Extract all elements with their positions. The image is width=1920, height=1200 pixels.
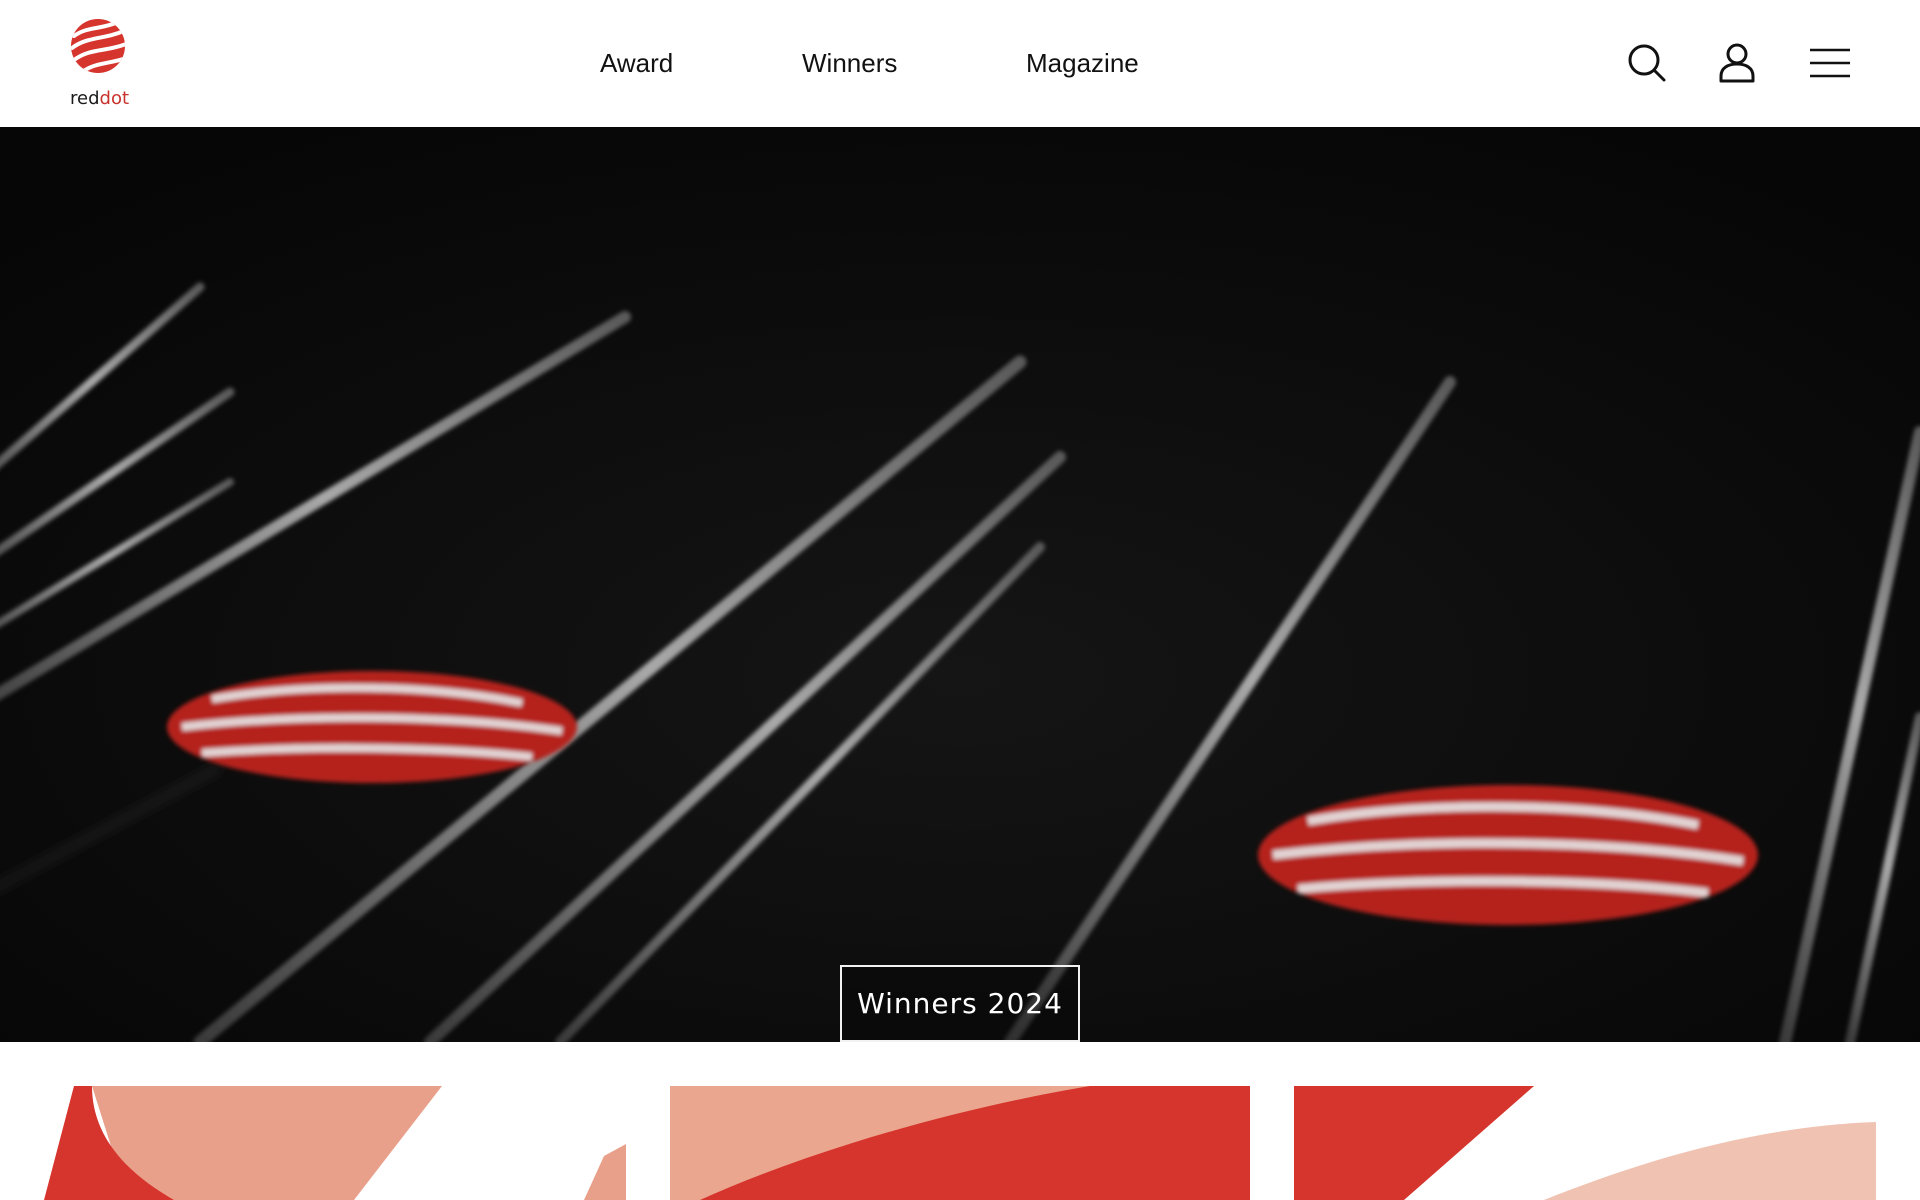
user-icon [1719,43,1755,83]
search-button[interactable] [1626,42,1668,84]
menu-button[interactable] [1808,42,1852,84]
teaser-card-3-image [1294,1086,1876,1200]
logo-text-dot: dot [99,88,130,109]
logo-text-red: red [70,88,100,109]
hero-banner: Winners 2024 [0,127,1920,1042]
teaser-cards [0,1042,1920,1200]
account-button[interactable] [1716,42,1758,84]
teaser-card-2[interactable] [670,1086,1250,1200]
teaser-card-3[interactable] [1294,1086,1876,1200]
nav-item-winners[interactable]: Winners [802,48,897,78]
teaser-card-2-image [670,1086,1250,1200]
search-icon [1628,44,1666,82]
menu-icon [1810,48,1850,78]
nav-item-award[interactable]: Award [600,48,673,78]
winners-2024-button[interactable]: Winners 2024 [840,965,1080,1042]
site-header: reddot Award Winners Magazine [0,0,1920,127]
nav-item-magazine[interactable]: Magazine [1026,48,1139,78]
reddot-logo-icon [71,19,125,73]
reddot-logo[interactable]: reddot [68,18,129,113]
hero-background-image [0,127,1920,1042]
logo-wordmark: reddot [70,90,129,108]
teaser-card-1-image [44,1086,626,1200]
teaser-card-1[interactable] [44,1086,626,1200]
